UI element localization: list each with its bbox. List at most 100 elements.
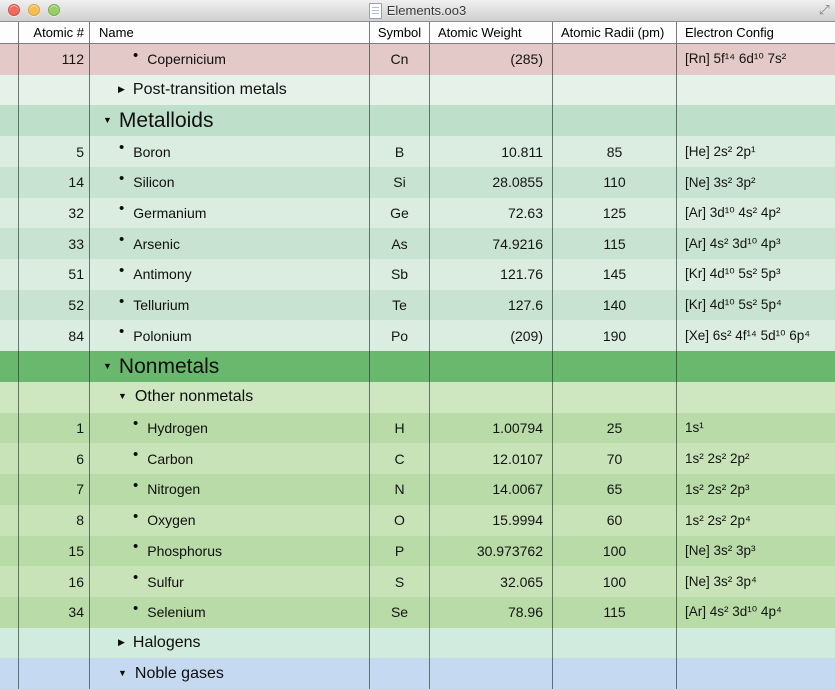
electron-config-cell[interactable]: [Xe] 6s² 4f¹⁴ 5d¹⁰ 6p⁴	[677, 320, 835, 351]
zoom-button[interactable]	[48, 4, 60, 16]
symbol-cell[interactable]	[370, 351, 430, 382]
table-row[interactable]: 8 • Oxygen O 15.9994 60 1s² 2s² 2p⁴	[0, 505, 835, 536]
atomic-radii-cell[interactable]	[553, 44, 677, 75]
atomic-number-cell[interactable]: 14	[19, 167, 90, 198]
table-row[interactable]: 33 • Arsenic As 74.9216 115 [Ar] 4s² 3d¹…	[0, 228, 835, 259]
atomic-number-cell[interactable]: 52	[19, 290, 90, 321]
electron-config-cell[interactable]	[677, 105, 835, 136]
atomic-number-cell[interactable]	[19, 75, 90, 106]
column-header-atomic-number[interactable]: Atomic #	[19, 22, 90, 43]
name-cell[interactable]: • Tellurium	[90, 290, 370, 321]
atomic-weight-cell[interactable]	[430, 658, 553, 689]
bullet-icon[interactable]: •	[133, 47, 138, 64]
atomic-weight-cell[interactable]	[430, 75, 553, 106]
atomic-weight-cell[interactable]: 14.0067	[430, 474, 553, 505]
name-cell[interactable]: ▼ Metalloids	[90, 105, 370, 136]
atomic-number-cell[interactable]	[19, 105, 90, 136]
symbol-cell[interactable]: Po	[370, 320, 430, 351]
title-bar[interactable]: Elements.oo3 ⤢	[0, 0, 835, 22]
electron-config-cell[interactable]	[677, 351, 835, 382]
name-cell[interactable]: • Polonium	[90, 320, 370, 351]
table-row[interactable]: 112 • Copernicium Cn (285) [Rn] 5f¹⁴ 6d¹…	[0, 44, 835, 75]
symbol-cell[interactable]: C	[370, 443, 430, 474]
table-row[interactable]: 6 • Carbon C 12.0107 70 1s² 2s² 2p²	[0, 443, 835, 474]
atomic-weight-cell[interactable]: 32.065	[430, 566, 553, 597]
name-cell[interactable]: ▶ Halogens	[90, 628, 370, 659]
atomic-radii-cell[interactable]: 145	[553, 259, 677, 290]
minimize-button[interactable]	[28, 4, 40, 16]
atomic-number-cell[interactable]: 8	[19, 505, 90, 536]
symbol-cell[interactable]: As	[370, 228, 430, 259]
atomic-weight-cell[interactable]: 15.9994	[430, 505, 553, 536]
symbol-cell[interactable]: Te	[370, 290, 430, 321]
symbol-cell[interactable]: Ge	[370, 198, 430, 229]
bullet-icon[interactable]: •	[133, 600, 138, 617]
atomic-radii-cell[interactable]: 140	[553, 290, 677, 321]
symbol-cell[interactable]: Sb	[370, 259, 430, 290]
document-icon[interactable]	[369, 3, 382, 19]
atomic-weight-cell[interactable]: 12.0107	[430, 443, 553, 474]
bullet-icon[interactable]: •	[133, 538, 138, 555]
symbol-cell[interactable]	[370, 75, 430, 106]
bullet-icon[interactable]: •	[119, 139, 124, 156]
symbol-cell[interactable]: N	[370, 474, 430, 505]
atomic-number-cell[interactable]: 1	[19, 413, 90, 444]
atomic-number-cell[interactable]	[19, 351, 90, 382]
atomic-number-cell[interactable]: 84	[19, 320, 90, 351]
column-header-atomic-radii[interactable]: Atomic Radii (pm)	[553, 22, 677, 43]
bullet-icon[interactable]: •	[133, 415, 138, 432]
bullet-icon[interactable]: •	[119, 293, 124, 310]
name-cell[interactable]: • Nitrogen	[90, 474, 370, 505]
name-cell[interactable]: • Arsenic	[90, 228, 370, 259]
electron-config-cell[interactable]: 1s² 2s² 2p²	[677, 443, 835, 474]
atomic-number-cell[interactable]	[19, 658, 90, 689]
atomic-weight-cell[interactable]: 121.76	[430, 259, 553, 290]
column-header-symbol[interactable]: Symbol	[370, 22, 430, 43]
atomic-weight-cell[interactable]	[430, 382, 553, 413]
atomic-radii-cell[interactable]: 100	[553, 536, 677, 567]
atomic-weight-cell[interactable]: 127.6	[430, 290, 553, 321]
bullet-icon[interactable]: •	[119, 231, 124, 248]
name-cell[interactable]: • Oxygen	[90, 505, 370, 536]
symbol-cell[interactable]	[370, 382, 430, 413]
electron-config-cell[interactable]: [Ne] 3s² 3p²	[677, 167, 835, 198]
name-cell[interactable]: • Antimony	[90, 259, 370, 290]
symbol-cell[interactable]: Si	[370, 167, 430, 198]
disclosure-expanded-icon[interactable]: ▼	[103, 361, 112, 371]
atomic-weight-cell[interactable]: 10.811	[430, 136, 553, 167]
electron-config-cell[interactable]	[677, 75, 835, 106]
atomic-number-cell[interactable]: 6	[19, 443, 90, 474]
table-row[interactable]: 84 • Polonium Po (209) 190 [Xe] 6s² 4f¹⁴…	[0, 320, 835, 351]
atomic-weight-cell[interactable]: (209)	[430, 320, 553, 351]
atomic-radii-cell[interactable]	[553, 105, 677, 136]
electron-config-cell[interactable]: [Ne] 3s² 3p³	[677, 536, 835, 567]
symbol-cell[interactable]	[370, 628, 430, 659]
symbol-cell[interactable]: B	[370, 136, 430, 167]
bullet-icon[interactable]: •	[133, 446, 138, 463]
atomic-radii-cell[interactable]: 190	[553, 320, 677, 351]
atomic-radii-cell[interactable]: 115	[553, 597, 677, 628]
atomic-radii-cell[interactable]: 125	[553, 198, 677, 229]
name-cell[interactable]: • Selenium	[90, 597, 370, 628]
atomic-number-cell[interactable]	[19, 382, 90, 413]
atomic-radii-cell[interactable]: 25	[553, 413, 677, 444]
atomic-number-cell[interactable]: 112	[19, 44, 90, 75]
electron-config-cell[interactable]	[677, 658, 835, 689]
atomic-radii-cell[interactable]	[553, 628, 677, 659]
name-cell[interactable]: • Boron	[90, 136, 370, 167]
atomic-weight-cell[interactable]: 74.9216	[430, 228, 553, 259]
atomic-weight-cell[interactable]	[430, 105, 553, 136]
symbol-cell[interactable]: H	[370, 413, 430, 444]
name-cell[interactable]: • Sulfur	[90, 566, 370, 597]
atomic-weight-cell[interactable]	[430, 351, 553, 382]
atomic-number-cell[interactable]: 33	[19, 228, 90, 259]
atomic-number-cell[interactable]: 16	[19, 566, 90, 597]
symbol-cell[interactable]: Se	[370, 597, 430, 628]
atomic-number-cell[interactable]: 5	[19, 136, 90, 167]
atomic-number-cell[interactable]: 32	[19, 198, 90, 229]
electron-config-cell[interactable]: [Kr] 4d¹⁰ 5s² 5p³	[677, 259, 835, 290]
column-header-atomic-weight[interactable]: Atomic Weight	[430, 22, 553, 43]
name-cell[interactable]: • Carbon	[90, 443, 370, 474]
atomic-weight-cell[interactable]: 30.973762	[430, 536, 553, 567]
bullet-icon[interactable]: •	[133, 508, 138, 525]
